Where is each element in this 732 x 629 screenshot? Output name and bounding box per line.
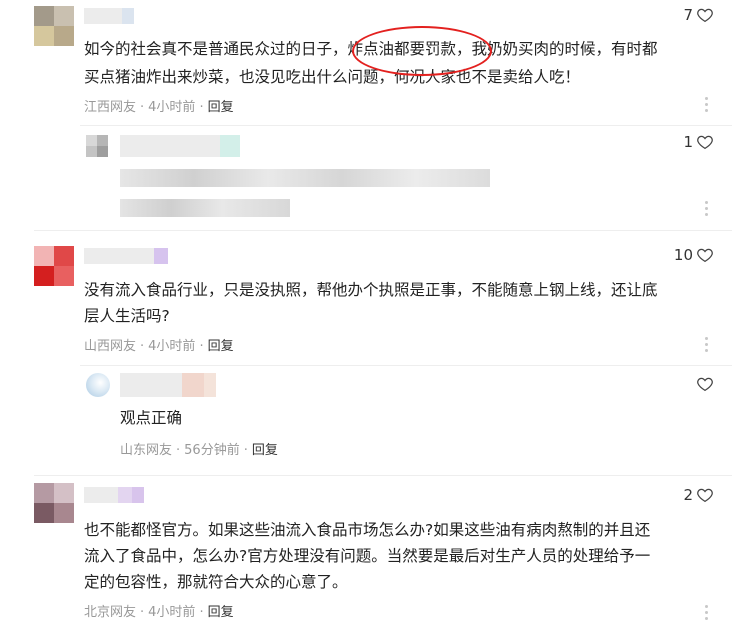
location-label: 江西网友 [84, 100, 137, 115]
location-label: 山西网友 [84, 339, 137, 354]
heart-outline-icon[interactable] [696, 6, 714, 24]
location-label: 北京网友 [84, 605, 137, 620]
comment-text-line: 层人生活吗? [84, 307, 170, 325]
more-vertical-icon[interactable] [705, 605, 709, 623]
divider [80, 365, 732, 366]
like-counter[interactable]: 1 [683, 133, 714, 151]
red-circle-highlight [352, 26, 492, 76]
comment-text-line: 没有流入食品行业，只是没执照，帮他办个执照是正事，不能随意上钢上线，还让底 [84, 281, 658, 299]
avatar[interactable] [34, 483, 74, 523]
more-vertical-icon[interactable] [705, 201, 709, 219]
like-counter[interactable] [693, 375, 714, 393]
comment-item: 7 如今的社会真不是普通民众过的日子，炸点油都要罚款，我奶奶买肉的时候，有时都 … [0, 0, 732, 125]
reply-item: 观点正确 山东网友 · 56分钟前 · 回复 [0, 365, 732, 475]
like-count: 10 [673, 246, 693, 264]
more-vertical-icon[interactable] [705, 97, 709, 115]
avatar[interactable] [34, 246, 74, 286]
time-label: 4小时前 [148, 339, 196, 354]
reply-button[interactable]: 回复 [208, 100, 234, 115]
comment-text-line: 定的包容性，那就符合大众的心意了。 [84, 573, 348, 591]
comment-text-line: 观点正确 [120, 409, 183, 427]
heart-outline-icon[interactable] [696, 486, 714, 504]
username-blurred[interactable] [120, 373, 216, 397]
divider [34, 475, 732, 476]
divider [34, 230, 732, 231]
like-counter[interactable]: 2 [683, 486, 714, 504]
comment-item: 10 没有流入食品行业，只是没执照，帮他办个执照是正事，不能随意上钢上线，还让底… [0, 230, 732, 365]
reply-item: 1 [0, 125, 732, 230]
reply-button[interactable]: 回复 [252, 443, 278, 458]
reply-button[interactable]: 回复 [208, 605, 234, 620]
location-label: 山东网友 [120, 443, 173, 458]
heart-outline-icon[interactable] [696, 133, 714, 151]
username-blurred[interactable] [84, 8, 134, 24]
comment-text-line: 流入了食品中，怎么办?官方处理没有问题。当然要是最后对生产人员的处理给予一 [84, 547, 651, 565]
avatar[interactable] [86, 135, 108, 157]
comment-meta: 北京网友 · 4小时前 · 回复 [84, 605, 234, 620]
avatar[interactable] [34, 6, 74, 46]
more-vertical-icon[interactable] [705, 337, 709, 355]
avatar[interactable] [86, 373, 110, 397]
username-blurred[interactable] [84, 248, 168, 264]
reply-button[interactable]: 回复 [208, 339, 234, 354]
like-count: 2 [683, 486, 693, 504]
comment-meta: 山西网友 · 4小时前 · 回复 [84, 339, 234, 354]
username-blurred[interactable] [84, 487, 144, 503]
like-count: 1 [683, 133, 693, 151]
comment-text-line: 也不能都怪官方。如果这些油流入食品市场怎么办?如果这些油有病肉熬制的并且还 [84, 521, 651, 539]
like-count: 7 [683, 6, 693, 24]
time-label: 4小时前 [148, 100, 196, 115]
comment-item: 2 也不能都怪官方。如果这些油流入食品市场怎么办?如果这些油有病肉熬制的并且还 … [0, 475, 732, 629]
blurred-text-line [120, 199, 290, 217]
comment-meta: 江西网友 · 4小时前 · 回复 [84, 100, 234, 115]
heart-outline-icon[interactable] [696, 375, 714, 393]
like-counter[interactable]: 7 [683, 6, 714, 24]
time-label: 4小时前 [148, 605, 196, 620]
blurred-text-line [120, 169, 490, 187]
divider [80, 125, 732, 126]
like-counter[interactable]: 10 [674, 246, 714, 264]
comment-text-line: 买点猪油炸出来炒菜，也没见吃出什么问题，何况人家也不是卖给人吃！ [84, 68, 581, 86]
time-label: 56分钟前 [184, 443, 240, 458]
comment-meta: 山东网友 · 56分钟前 · 回复 [120, 443, 278, 458]
username-blurred[interactable] [120, 135, 240, 157]
heart-outline-icon[interactable] [696, 246, 714, 264]
